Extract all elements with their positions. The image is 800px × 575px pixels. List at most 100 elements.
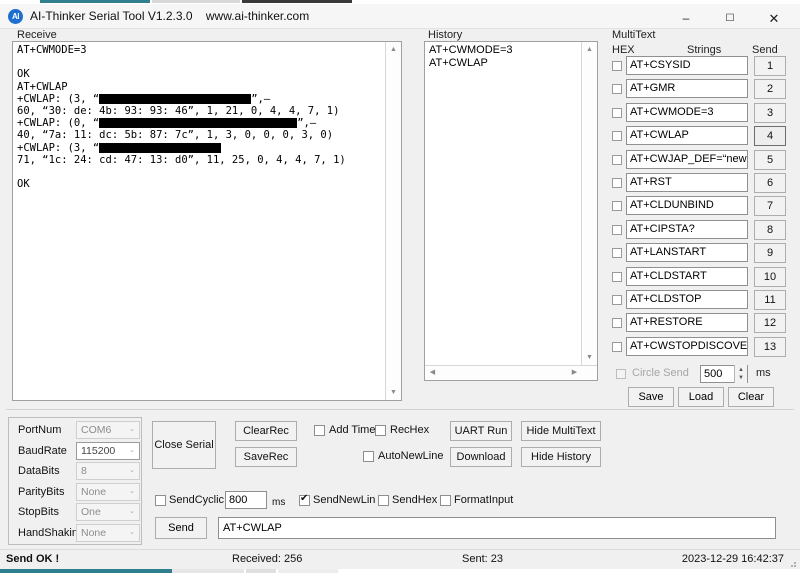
load-multitext-button[interactable]: Load [678, 387, 724, 407]
bg-tab-grey [152, 0, 240, 3]
multitext-send-button-8[interactable]: 8 [754, 219, 786, 240]
download-button[interactable]: Download [450, 447, 512, 467]
scroll-right-icon[interactable]: ▶ [567, 366, 582, 380]
scroll-down-icon[interactable]: ▼ [386, 385, 401, 400]
send-hex-checkbox[interactable] [378, 495, 389, 506]
history-listbox[interactable]: AT+CWMODE=3 AT+CWLAP ▲ ▼ ◀ ▶ [424, 41, 598, 381]
close-serial-button[interactable]: Close Serial [152, 421, 216, 469]
multitext-send-button-2[interactable]: 2 [754, 79, 786, 100]
multitext-hex-checkbox[interactable] [612, 178, 622, 188]
resize-grip-icon[interactable] [788, 559, 797, 568]
setting-combobox-portnum[interactable]: COM6 ⌄ [76, 421, 140, 439]
multitext-hex-checkbox[interactable] [612, 224, 622, 235]
clear-multitext-button[interactable]: Clear [728, 387, 774, 407]
multitext-send-button-7[interactable]: 7 [754, 196, 786, 217]
multitext-send-button-10[interactable]: 10 [754, 266, 786, 287]
history-vertical-scrollbar[interactable]: ▲ ▼ [581, 42, 597, 365]
send-cycle-interval-input[interactable]: 800 [225, 491, 267, 509]
circle-send-checkbox[interactable] [616, 369, 626, 379]
setting-row: HandShaking None ⌄ [10, 523, 142, 545]
setting-value: 8 [81, 465, 87, 477]
chevron-down-icon[interactable]: ⌄ [129, 425, 135, 433]
multitext-hex-checkbox[interactable] [612, 131, 622, 142]
close-button[interactable]: ✕ [752, 8, 796, 29]
multitext-send-button-5[interactable]: 5 [754, 149, 786, 170]
multitext-send-button-1[interactable]: 1 [754, 56, 786, 76]
multitext-command-input[interactable]: AT+CWMODE=3 [626, 102, 748, 122]
multitext-hex-checkbox[interactable] [612, 295, 622, 305]
multitext-command-input[interactable]: AT+CIPSTA? [626, 219, 748, 239]
multitext-send-button-6[interactable]: 6 [754, 173, 786, 193]
receive-line: +CWLAP: (3, “ [17, 142, 385, 154]
history-item[interactable]: AT+CWMODE=3 [429, 44, 513, 57]
send-button[interactable]: Send [155, 517, 207, 539]
setting-combobox-databits[interactable]: 8 ⌄ [76, 462, 140, 480]
receive-textarea[interactable]: AT+CWMODE=3 OK AT+CWLAP +CWLAP: (3, “”,– 60… [12, 41, 402, 401]
spinner-down-icon[interactable]: ▼ [735, 374, 747, 382]
rec-hex-checkbox[interactable] [375, 425, 386, 436]
multitext-send-button-3[interactable]: 3 [754, 102, 786, 123]
multitext-send-button-12[interactable]: 12 [754, 313, 786, 334]
multitext-hex-checkbox[interactable] [612, 107, 622, 118]
receive-vertical-scrollbar[interactable]: ▲ ▼ [385, 42, 401, 400]
spinner-up-icon[interactable]: ▲ [735, 366, 747, 374]
multitext-command-input[interactable]: AT+CLDUNBIND [626, 196, 748, 216]
clear-rec-button[interactable]: ClearRec [235, 421, 297, 441]
multitext-hex-checkbox[interactable] [612, 341, 622, 352]
multitext-hex-checkbox[interactable] [612, 61, 622, 71]
multitext-command-input[interactable]: AT+CSYSID [626, 56, 748, 75]
multitext-command-input[interactable]: AT+CWSTOPDISCOVER [626, 336, 748, 356]
multitext-command-input[interactable]: AT+GMR [626, 79, 748, 99]
format-input-label: FormatInput [454, 494, 514, 506]
setting-combobox-paritybits[interactable]: None ⌄ [76, 482, 140, 501]
history-horizontal-scrollbar[interactable]: ◀ ▶ [425, 365, 597, 380]
uart-run-button[interactable]: UART Run [450, 421, 512, 441]
send-newline-checkbox[interactable] [299, 493, 310, 506]
multitext-send-button-11[interactable]: 11 [754, 290, 786, 310]
multitext-send-button-9[interactable]: 9 [754, 243, 786, 264]
multitext-command-input[interactable]: AT+RESTORE [626, 313, 748, 333]
setting-combobox-baudrate[interactable]: 115200 ⌄ [76, 441, 140, 460]
minimize-button[interactable]: – [664, 8, 708, 29]
multitext-hex-checkbox[interactable] [612, 318, 622, 329]
hide-history-button[interactable]: Hide History [521, 447, 601, 467]
multitext-command-input[interactable]: AT+CLDSTOP [626, 290, 748, 309]
scroll-left-icon[interactable]: ◀ [425, 366, 440, 380]
send-text-input[interactable]: AT+CWLAP [218, 517, 776, 539]
circle-send-spinner[interactable]: ▲ ▼ [734, 365, 747, 383]
setting-combobox-handshaking[interactable]: None ⌄ [76, 523, 140, 542]
chevron-down-icon[interactable]: ⌄ [129, 507, 135, 515]
chevron-down-icon[interactable]: ⌄ [129, 528, 135, 536]
add-time-checkbox[interactable] [314, 425, 325, 436]
scroll-up-icon[interactable]: ▲ [582, 42, 597, 57]
multitext-hex-checkbox[interactable] [612, 271, 622, 282]
multitext-hex-checkbox[interactable] [612, 201, 622, 212]
multitext-hex-checkbox[interactable] [612, 248, 622, 259]
multitext-command-input[interactable]: AT+RST [626, 173, 748, 192]
scroll-down-icon[interactable]: ▼ [582, 350, 597, 365]
multitext-hex-checkbox[interactable] [612, 154, 622, 165]
multitext-command-input[interactable]: AT+CLDSTART [626, 266, 748, 286]
multitext-command-input[interactable]: AT+LANSTART [626, 243, 748, 263]
send-cyclic-checkbox[interactable] [155, 495, 166, 506]
setting-combobox-stopbits[interactable]: One ⌄ [76, 503, 140, 521]
maximize-button[interactable]: ☐ [708, 8, 752, 29]
send-hex-label: SendHex [392, 494, 438, 506]
save-multitext-button[interactable]: Save [628, 387, 674, 407]
setting-value: COM6 [81, 424, 112, 436]
multitext-hex-checkbox[interactable] [612, 84, 622, 95]
save-rec-button[interactable]: SaveRec [235, 447, 297, 467]
scroll-up-icon[interactable]: ▲ [386, 42, 401, 57]
format-input-checkbox[interactable] [440, 495, 451, 506]
chevron-down-icon[interactable]: ⌄ [129, 446, 135, 454]
history-item[interactable]: AT+CWLAP [429, 57, 513, 70]
auto-newline-checkbox[interactable] [363, 451, 374, 462]
chevron-down-icon[interactable]: ⌄ [129, 487, 135, 495]
multitext-send-button-13[interactable]: 13 [754, 336, 786, 357]
chevron-down-icon[interactable]: ⌄ [129, 466, 135, 474]
multitext-command-input[interactable]: AT+CWLAP [626, 126, 748, 146]
setting-row: DataBits 8 ⌄ [10, 462, 142, 483]
multitext-send-button-4[interactable]: 4 [754, 126, 786, 147]
multitext-command-input[interactable]: AT+CWJAP_DEF=“newifi_ [626, 149, 748, 169]
hide-multitext-button[interactable]: Hide MultiText [521, 421, 601, 441]
